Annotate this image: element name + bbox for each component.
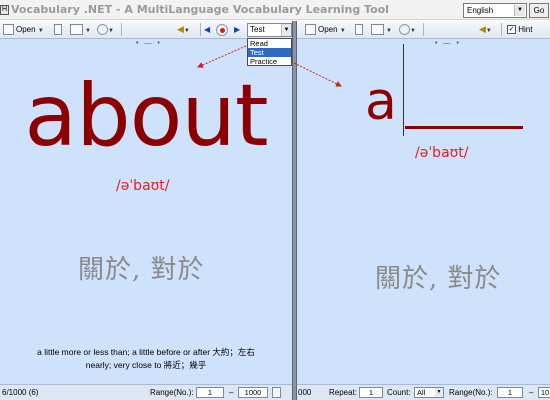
word-position: 6/1000 (6) (2, 388, 39, 397)
vocabulary-word: about (24, 66, 268, 166)
go-button[interactable]: Go (529, 3, 549, 18)
hint-label: Hint (518, 25, 533, 34)
toolbar-separator (501, 23, 502, 36)
folder-icon (305, 24, 316, 36)
practice-pane: Open ▼ ▼ ▼ ◀▼ ✓ Hint • — • a /əˈbaʊt/ 關於… (297, 21, 550, 384)
pane-indicator: • — • (435, 40, 461, 47)
mode-select[interactable]: Test ▼ (247, 23, 292, 37)
folder-icon (3, 24, 14, 36)
chevron-down-icon: ▼ (339, 28, 346, 34)
count-select[interactable]: All ▼ (414, 387, 444, 398)
open-button[interactable]: Open ▼ (3, 23, 44, 36)
calendar-icon[interactable] (272, 387, 281, 398)
help-button[interactable]: ▼ (399, 23, 416, 36)
language-select[interactable]: English ▼ (463, 3, 527, 18)
definition-line: a little more or less than; a little bef… (37, 347, 255, 357)
view-options-button[interactable]: ▼ (371, 23, 392, 36)
range-from-input[interactable]: 1 (196, 387, 224, 398)
pane-indicator: • — • (136, 40, 162, 47)
open-button[interactable]: Open ▼ (305, 23, 346, 36)
hint-checkbox[interactable]: ✓ Hint (507, 23, 532, 36)
chevron-down-icon: ▼ (183, 28, 190, 34)
app-icon: H (0, 5, 9, 15)
previous-button[interactable]: ◀ (204, 23, 210, 36)
range-separator: – (229, 388, 234, 397)
file-icon (355, 24, 363, 36)
language-select-value: English (467, 6, 494, 15)
window-icon (70, 24, 83, 36)
speaker-icon: ◀ (177, 24, 184, 34)
window-title: Vocabulary .NET - A MultiLanguage Vocabu… (11, 3, 389, 16)
window-icon (371, 24, 384, 36)
chevron-down-icon: ▼ (85, 28, 91, 34)
mode-option-practice[interactable]: Practice (248, 57, 291, 66)
check-icon: ✓ (507, 25, 516, 35)
record-icon (216, 23, 228, 36)
definition-text: a little more or less than; a little bef… (0, 346, 292, 372)
speaker-button[interactable]: ◀▼ (479, 23, 492, 36)
help-icon (399, 24, 410, 36)
next-icon: ▶ (234, 25, 241, 34)
chevron-down-icon: ▼ (386, 28, 392, 34)
chevron-down-icon: ▼ (108, 28, 114, 34)
repeat-input[interactable]: 1 (359, 387, 383, 398)
right-status-bar: 000 Repeat: 1 Count: All ▼ Range(No.): 1… (297, 384, 550, 400)
mode-option-test[interactable]: Test (248, 48, 291, 57)
range-to-input[interactable]: 1000 (238, 387, 268, 398)
word-position: 000 (298, 388, 312, 397)
view-options-button[interactable]: ▼ (70, 23, 91, 36)
mode-dropdown-list: Read Test Practice (247, 38, 292, 66)
next-button[interactable]: ▶ (234, 23, 240, 36)
right-toolbar: Open ▼ ▼ ▼ ◀▼ ✓ Hint (297, 21, 550, 39)
range-separator: – (529, 388, 534, 397)
phonetic-text: /əˈbaʊt/ (116, 178, 170, 194)
range-to-input[interactable]: 10 (538, 387, 550, 398)
title-bar: H Vocabulary .NET - A MultiLanguage Voca… (0, 0, 550, 20)
mode-select-value: Test (250, 25, 265, 34)
text-cursor (403, 44, 404, 136)
toolbar-separator (121, 23, 122, 36)
repeat-label: Repeat: (329, 388, 358, 397)
count-select-value: All (417, 388, 426, 397)
read-test-pane: Open ▼ ▼ ▼ ◀▼ ◀ ▶ Test ▼ • — • Read Test… (0, 21, 292, 384)
help-button[interactable]: ▼ (97, 23, 114, 36)
toolbar-separator (200, 23, 201, 36)
answer-blank[interactable] (405, 126, 523, 129)
speaker-button[interactable]: ◀▼ (177, 23, 190, 36)
range-label: Range(No.): (449, 388, 493, 397)
chevron-down-icon: ▼ (410, 28, 416, 34)
phonetic-text: /əˈbaʊt/ (415, 145, 469, 161)
mode-option-read[interactable]: Read (248, 39, 291, 48)
meaning-text: 關於, 對於 (78, 255, 205, 285)
meaning-text: 關於, 對於 (375, 264, 502, 294)
open-label: Open (16, 25, 36, 34)
open-label: Open (318, 25, 338, 34)
chevron-down-icon: ▼ (485, 28, 492, 34)
file-icon (54, 24, 62, 36)
range-from-input[interactable]: 1 (497, 387, 523, 398)
speaker-icon: ◀ (479, 24, 486, 34)
new-file-button[interactable] (355, 23, 365, 36)
help-icon (97, 24, 108, 36)
toolbar-separator (423, 23, 424, 36)
practice-letter: a (365, 72, 397, 132)
definition-line: nearly; very close to 將近；幾乎 (85, 360, 207, 370)
chevron-down-icon: ▼ (514, 5, 525, 16)
new-file-button[interactable] (54, 23, 64, 36)
chevron-down-icon: ▼ (435, 388, 443, 397)
record-button[interactable] (216, 23, 228, 36)
count-label: Count: (387, 388, 411, 397)
left-status-bar: 6/1000 (6) Range(No.): 1 – 1000 (0, 384, 292, 400)
chevron-down-icon: ▼ (37, 28, 44, 34)
left-toolbar: Open ▼ ▼ ▼ ◀▼ ◀ ▶ Test ▼ (0, 21, 292, 39)
chevron-down-icon: ▼ (281, 24, 291, 36)
previous-icon: ◀ (204, 25, 211, 34)
range-label: Range(No.): (150, 388, 194, 397)
